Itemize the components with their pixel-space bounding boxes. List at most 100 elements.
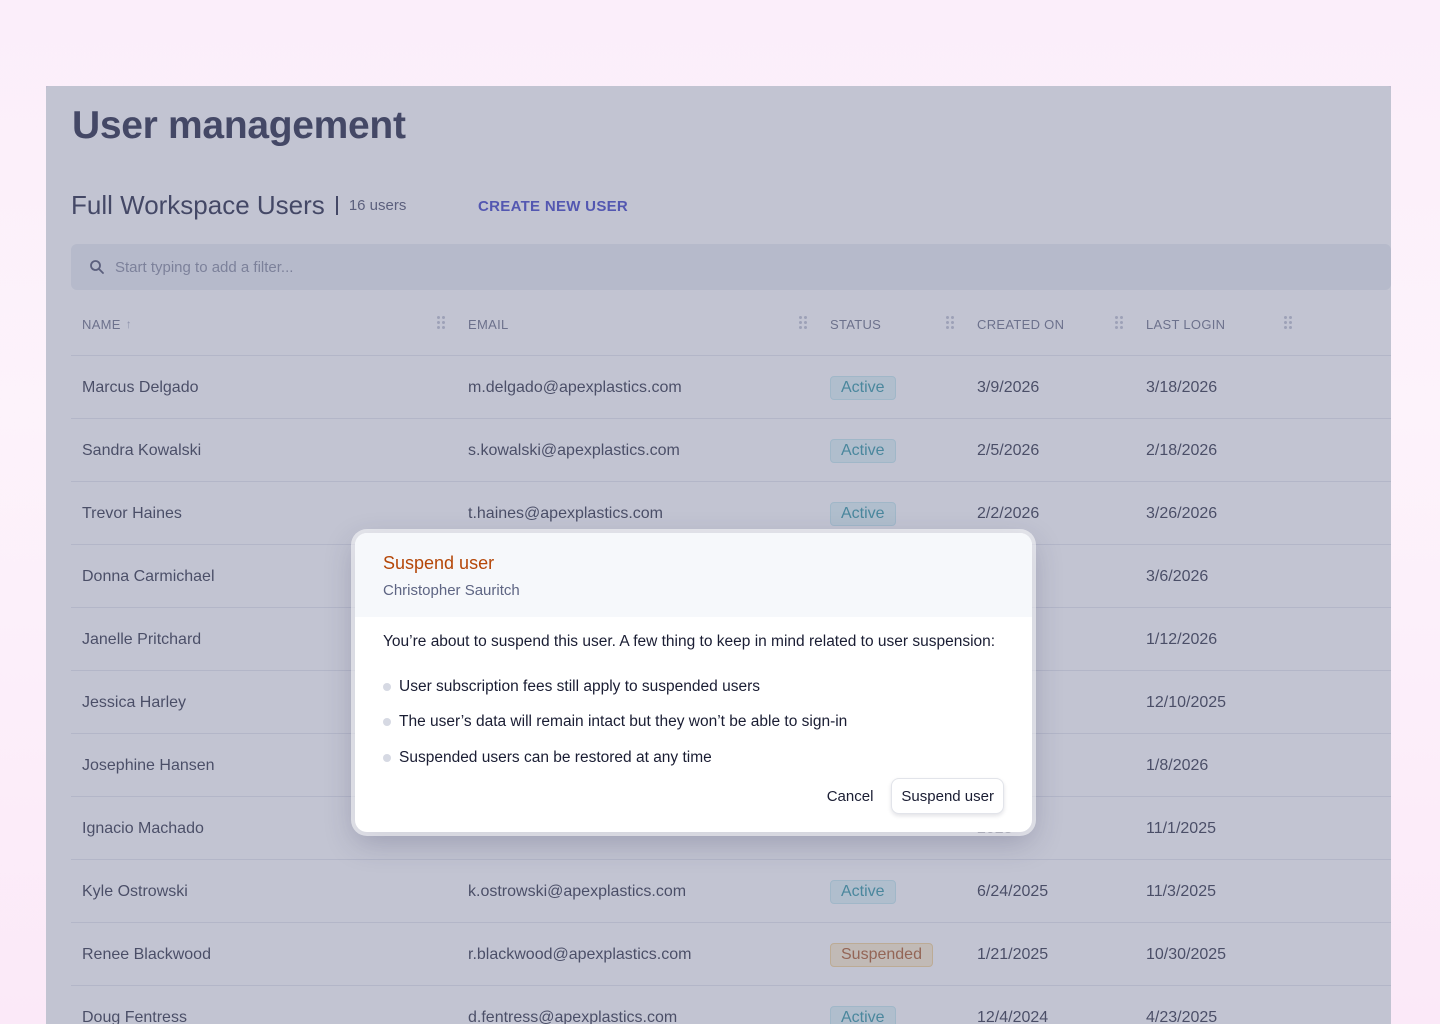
suspend-user-dialog: Suspend user Christopher Sauritch You’re…: [355, 533, 1032, 832]
cell-last-login: 1/8/2026: [1146, 734, 1208, 797]
column-header-email[interactable]: EMAIL: [468, 292, 509, 356]
cell-text: Renee Blackwood: [82, 945, 211, 963]
filter-input[interactable]: [115, 258, 1315, 276]
cell-name: Trevor Haines: [82, 482, 182, 545]
cell-last-login: 1/12/2026: [1146, 608, 1217, 671]
bullet-dot-icon: [383, 682, 391, 691]
cell-name: Janelle Pritchard: [82, 608, 201, 671]
cell-last-login: 12/10/2025: [1146, 671, 1226, 734]
cancel-button[interactable]: Cancel: [827, 788, 874, 805]
suspend-user-button[interactable]: Suspend user: [891, 778, 1004, 814]
filter-bar[interactable]: [71, 244, 1391, 290]
drag-handle-icon[interactable]: [1115, 316, 1123, 330]
drag-handle-icon[interactable]: [437, 316, 445, 330]
cell-text: r.blackwood@apexplastics.com: [468, 945, 692, 963]
status-badge: Active: [830, 438, 896, 463]
drag-handle-icon[interactable]: [946, 316, 954, 330]
table-header: NAME ↑ EMAIL STATUS CREATED ON LAST LOGI…: [71, 292, 1391, 356]
column-header-status[interactable]: STATUS: [830, 292, 881, 356]
bullet-dot-icon: [383, 753, 391, 762]
cell-text: t.haines@apexplastics.com: [468, 504, 663, 522]
cell-status: Active: [830, 419, 896, 482]
divider: [335, 196, 338, 215]
section-header: Full Workspace Users 16 users: [71, 190, 406, 221]
cell-name: Doug Fentress: [82, 986, 187, 1024]
bullet-text: Suspended users can be restored at any t…: [399, 748, 712, 766]
cell-text: 3/26/2026: [1146, 504, 1218, 522]
cell-name: Jessica Harley: [82, 671, 186, 734]
cell-text: 4/23/2025: [1146, 1008, 1218, 1024]
cell-name: Renee Blackwood: [82, 923, 211, 986]
cell-email: r.blackwood@apexplastics.com: [468, 923, 691, 986]
list-item: The user’s data will remain intact but t…: [383, 705, 1004, 741]
cell-text: Kyle Ostrowski: [82, 882, 188, 900]
column-label: STATUS: [830, 316, 882, 332]
cell-text: Donna Carmichael: [82, 567, 215, 585]
table-row[interactable]: Kyle Ostrowski k.ostrowski@apexplastics.c…: [71, 860, 1391, 923]
drag-handle-icon[interactable]: [1284, 316, 1292, 330]
cell-email: s.kowalski@apexplastics.com: [468, 419, 680, 482]
cell-text: Josephine Hansen: [82, 756, 215, 774]
cell-last-login: 11/1/2025: [1146, 797, 1216, 860]
dialog-body: You’re about to suspend this user. A few…: [355, 617, 1032, 776]
bullet-text: The user’s data will remain intact but t…: [399, 713, 848, 731]
cell-text: Ignacio Machado: [82, 819, 204, 837]
cell-created: 2/5/2026: [977, 419, 1039, 482]
cell-created: 6/24/2025: [977, 860, 1048, 923]
cell-text: 2/18/2026: [1146, 441, 1218, 459]
dialog-intro: You’re about to suspend this user. A few…: [383, 633, 996, 650]
table-row[interactable]: Doug Fentress d.fentress@apexplastics.com…: [71, 986, 1391, 1024]
cell-email: k.ostrowski@apexplastics.com: [468, 860, 686, 923]
drag-handle-icon[interactable]: [799, 316, 807, 330]
column-label: LAST LOGIN: [1146, 316, 1226, 332]
cell-last-login: 3/6/2026: [1146, 545, 1208, 608]
cell-text: Marcus Delgado: [82, 378, 199, 396]
bullet-dot-icon: [383, 718, 391, 727]
cell-text: 12/10/2025: [1146, 693, 1227, 711]
cell-last-login: 11/3/2025: [1146, 860, 1216, 923]
dialog-actions: Cancel Suspend user: [827, 778, 1004, 814]
cell-text: Sandra Kowalski: [82, 441, 202, 459]
dialog-subtitle: Christopher Sauritch: [383, 582, 520, 599]
cell-status: Active: [830, 986, 896, 1024]
column-label: EMAIL: [468, 316, 509, 332]
cell-name: Marcus Delgado: [82, 356, 199, 419]
cell-text: 6/24/2025: [977, 882, 1049, 900]
cell-status: Active: [830, 860, 896, 923]
column-header-last-login[interactable]: LAST LOGIN: [1146, 292, 1225, 356]
column-header-name[interactable]: NAME ↑: [82, 292, 132, 356]
cell-created: 12/4/2024: [977, 986, 1048, 1024]
cell-text: 1/21/2025: [977, 945, 1049, 963]
cell-text: 1/8/2026: [1146, 756, 1209, 774]
cell-text: 3/18/2026: [1146, 378, 1218, 396]
status-badge: Active: [830, 501, 896, 526]
cell-email: d.fentress@apexplastics.com: [468, 986, 677, 1024]
cell-text: 10/30/2025: [1146, 945, 1227, 963]
column-label: CREATED ON: [977, 316, 1065, 332]
cell-text: Doug Fentress: [82, 1008, 187, 1024]
cell-text: 3/6/2026: [1146, 567, 1209, 585]
cell-name: Sandra Kowalski: [82, 419, 201, 482]
cell-text: 2/5/2026: [977, 441, 1040, 459]
cell-text: 12/4/2024: [977, 1008, 1049, 1024]
bullet-text: User subscription fees still apply to su…: [399, 677, 760, 695]
cell-status: Suspended: [830, 923, 933, 986]
cell-status: Active: [830, 356, 896, 419]
cell-created: 1/21/2025: [977, 923, 1048, 986]
cell-name: Donna Carmichael: [82, 545, 215, 608]
table-row[interactable]: Marcus Delgado m.delgado@apexplastics.com…: [71, 356, 1391, 419]
create-new-user-link[interactable]: CREATE NEW USER: [478, 198, 628, 215]
column-header-created-on[interactable]: CREATED ON: [977, 292, 1064, 356]
cell-last-login: 2/18/2026: [1146, 419, 1217, 482]
cell-text: s.kowalski@apexplastics.com: [468, 441, 680, 459]
cell-email: m.delgado@apexplastics.com: [468, 356, 682, 419]
cell-text: m.delgado@apexplastics.com: [468, 378, 682, 396]
cell-name: Ignacio Machado: [82, 797, 204, 860]
table-row[interactable]: Sandra Kowalski s.kowalski@apexplastics.c…: [71, 419, 1391, 482]
sort-ascending-icon: ↑: [125, 317, 133, 331]
table-row[interactable]: Renee Blackwood r.blackwood@apexplastics.…: [71, 923, 1391, 986]
section-title: Full Workspace Users: [71, 190, 325, 220]
cell-last-login: 3/26/2026: [1146, 482, 1217, 545]
cell-last-login: 3/18/2026: [1146, 356, 1217, 419]
cell-text: Jessica Harley: [82, 693, 187, 711]
